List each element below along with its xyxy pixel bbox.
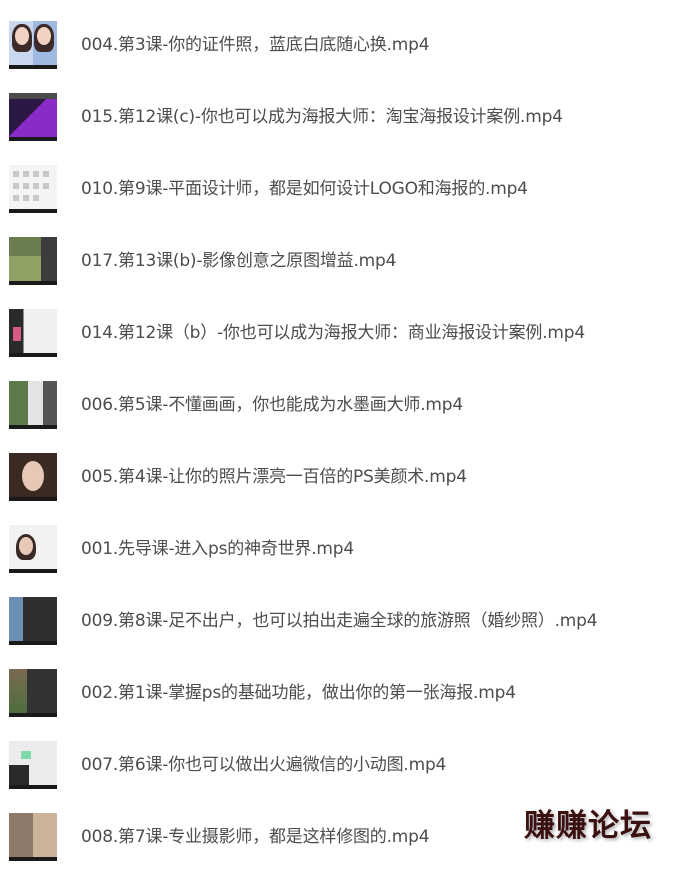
file-name[interactable]: 007.第6课-你也可以做出火遍微信的小动图.mp4: [81, 753, 446, 777]
file-name[interactable]: 004.第3课-你的证件照，蓝底白底随心换.mp4: [81, 33, 430, 57]
file-row[interactable]: 006.第5课-不懂画画，你也能成为水墨画大师.mp4: [0, 381, 679, 437]
file-row[interactable]: 005.第4课-让你的照片漂亮一百倍的PS美颜术.mp4: [0, 453, 679, 509]
file-row[interactable]: 001.先导课-进入ps的神奇世界.mp4: [0, 525, 679, 581]
file-name[interactable]: 006.第5课-不懂画画，你也能成为水墨画大师.mp4: [81, 393, 463, 417]
video-thumbnail[interactable]: [9, 381, 57, 429]
file-row[interactable]: 002.第1课-掌握ps的基础功能，做出你的第一张海报.mp4: [0, 669, 679, 725]
file-name[interactable]: 010.第9课-平面设计师，都是如何设计LOGO和海报的.mp4: [81, 177, 528, 201]
file-name[interactable]: 017.第13课(b)-影像创意之原图增益.mp4: [81, 249, 396, 273]
file-name[interactable]: 008.第7课-专业摄影师，都是这样修图的.mp4: [81, 825, 430, 849]
file-row[interactable]: 010.第9课-平面设计师，都是如何设计LOGO和海报的.mp4: [0, 165, 679, 221]
video-thumbnail[interactable]: [9, 813, 57, 861]
video-thumbnail[interactable]: [9, 669, 57, 717]
file-name[interactable]: 014.第12课（b）-你也可以成为海报大师：商业海报设计案例.mp4: [81, 321, 585, 345]
file-row[interactable]: 014.第12课（b）-你也可以成为海报大师：商业海报设计案例.mp4: [0, 309, 679, 365]
file-row[interactable]: 009.第8课-足不出户，也可以拍出走遍全球的旅游照（婚纱照）.mp4: [0, 597, 679, 653]
file-row[interactable]: 015.第12课(c)-你也可以成为海报大师：淘宝海报设计案例.mp4: [0, 93, 679, 149]
file-name[interactable]: 002.第1课-掌握ps的基础功能，做出你的第一张海报.mp4: [81, 681, 516, 705]
video-thumbnail[interactable]: [9, 165, 57, 213]
watermark-logo: 赚赚论坛: [524, 808, 652, 844]
file-name[interactable]: 005.第4课-让你的照片漂亮一百倍的PS美颜术.mp4: [81, 465, 467, 489]
video-thumbnail[interactable]: [9, 309, 57, 357]
video-thumbnail[interactable]: [9, 237, 57, 285]
file-row[interactable]: 017.第13课(b)-影像创意之原图增益.mp4: [0, 237, 679, 293]
file-name[interactable]: 015.第12课(c)-你也可以成为海报大师：淘宝海报设计案例.mp4: [81, 105, 563, 129]
file-row[interactable]: 004.第3课-你的证件照，蓝底白底随心换.mp4: [0, 21, 679, 77]
file-name[interactable]: 009.第8课-足不出户，也可以拍出走遍全球的旅游照（婚纱照）.mp4: [81, 609, 598, 633]
file-row[interactable]: 007.第6课-你也可以做出火遍微信的小动图.mp4: [0, 741, 679, 797]
video-thumbnail[interactable]: [9, 597, 57, 645]
video-thumbnail[interactable]: [9, 21, 57, 69]
video-thumbnail[interactable]: [9, 525, 57, 573]
video-thumbnail[interactable]: [9, 453, 57, 501]
file-name[interactable]: 001.先导课-进入ps的神奇世界.mp4: [81, 537, 354, 561]
video-thumbnail[interactable]: [9, 93, 57, 141]
video-thumbnail[interactable]: [9, 741, 57, 789]
